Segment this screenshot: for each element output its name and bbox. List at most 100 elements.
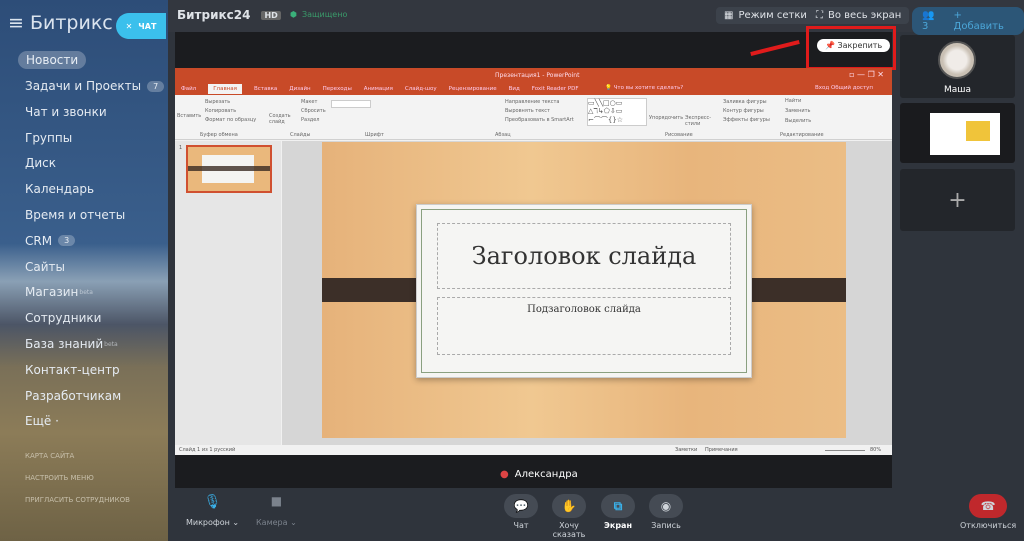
font-select[interactable]: [331, 100, 371, 108]
chat-label: ЧАТ: [138, 21, 157, 31]
ribbon: Вставить Вырезать Копировать Формат по о…: [175, 95, 892, 140]
align-text-button[interactable]: Выровнять текст: [505, 108, 550, 114]
share-button[interactable]: Общий доступ: [831, 85, 873, 91]
hand-icon: ✋: [552, 494, 586, 518]
count-badge: 3: [58, 235, 76, 247]
invite-link[interactable]: ПРИГЛАСИТЬ СОТРУДНИКОВ: [25, 496, 130, 504]
find-button[interactable]: Найти: [785, 98, 801, 104]
pin-label: Закрепить: [837, 41, 883, 50]
notes-button[interactable]: Заметки: [675, 447, 697, 453]
login-share[interactable]: Вход Общий доступ: [815, 85, 873, 91]
screen-thumbnail[interactable]: [900, 103, 1015, 163]
call-controls: 🎙 Микрофон ⌄ ■ Камера ⌄ 💬 Чат ✋ Хочу сказать…: [168, 488, 1024, 541]
window-controls[interactable]: ▫ — ❐ ✕: [849, 70, 884, 79]
participants-button[interactable]: 👥 3: [922, 10, 944, 32]
ppt-tab[interactable]: Вид: [509, 86, 520, 92]
screen-share-button[interactable]: ⧉ Экран: [601, 494, 635, 530]
sidebar-item[interactable]: Время и отчеты: [25, 208, 125, 222]
smartart-button[interactable]: Преобразовать в SmartArt: [505, 117, 574, 123]
sidebar-item-label: CRM: [25, 233, 53, 248]
arrange-button[interactable]: Упорядочить: [649, 115, 683, 121]
camera-icon: ■: [270, 494, 283, 508]
copy-button[interactable]: Копировать: [205, 108, 236, 114]
camera-button[interactable]: ■ Камера ⌄: [256, 494, 297, 527]
hangup-button[interactable]: ☎ Отключиться: [960, 494, 1016, 530]
sidebar-item[interactable]: Сайты: [25, 260, 65, 274]
quick-styles-button[interactable]: Экспресс-стили: [685, 115, 711, 127]
camera-label: Камера: [256, 518, 288, 527]
shapes-gallery[interactable]: ▭╲╲□○▭ △ℸ↳⬠⇩▭ ⌐⌒⌒{}☆: [587, 98, 647, 126]
shape-effects-button[interactable]: Эффекты фигуры: [723, 117, 770, 123]
chat-label: Чат: [513, 521, 529, 530]
sidebar-item[interactable]: Магазин beta: [25, 285, 93, 299]
sidebar-item-news[interactable]: Новости: [18, 51, 87, 69]
zoom-slider[interactable]: [825, 450, 865, 451]
new-slide-button[interactable]: Создать слайд: [269, 113, 293, 125]
participant-tile[interactable]: Маша: [900, 35, 1015, 98]
fullscreen-button[interactable]: ⛶ Во весь экран: [808, 7, 910, 24]
configure-menu-link[interactable]: НАСТРОИТЬ МЕНЮ: [25, 474, 94, 482]
record-button[interactable]: ◉ Запись: [649, 494, 683, 530]
sidebar-item[interactable]: Задачи и Проекты 7: [25, 79, 165, 93]
ppt-tab[interactable]: Вставка: [254, 86, 277, 92]
raise-hand-label: Хочу сказать: [552, 521, 586, 539]
layout-button[interactable]: Макет: [301, 99, 317, 105]
sidebar-item[interactable]: CRM 3: [25, 233, 76, 248]
sidebar-item-label: Чат и звонки: [25, 104, 107, 119]
record-label: Запись: [651, 521, 681, 530]
slide-thumbnails: 1: [175, 141, 281, 446]
shape-outline-button[interactable]: Контур фигуры: [723, 108, 764, 114]
speaker-name: Александра: [514, 469, 578, 480]
menu-icon[interactable]: ≡: [8, 12, 30, 34]
ppt-tab[interactable]: Главная: [208, 83, 242, 94]
slide[interactable]: Заголовок слайда Подзаголовок слайда: [322, 142, 846, 438]
ppt-titlebar: Презентация1 - PowerPoint ▫ — ❐ ✕: [175, 68, 892, 82]
ppt-tab[interactable]: Foxit Reader PDF: [532, 86, 579, 92]
sidebar-item[interactable]: Ещё ·: [25, 414, 59, 428]
microphone-button[interactable]: 🎙 Микрофон ⌄: [186, 494, 239, 527]
section-button[interactable]: Раздел: [301, 117, 319, 123]
select-button[interactable]: Выделить: [785, 118, 811, 124]
format-painter-button[interactable]: Формат по образцу: [205, 117, 256, 123]
sidebar-item-label: Сайты: [25, 259, 65, 274]
pin-button[interactable]: 📌 Закрепить: [817, 39, 891, 52]
sidebar-item[interactable]: Разработчикам: [25, 389, 121, 403]
tell-me[interactable]: 💡 Что вы хотите сделать?: [605, 85, 683, 91]
sitemap-link[interactable]: КАРТА САЙТА: [25, 452, 74, 460]
sidebar-item[interactable]: Сотрудники: [25, 311, 101, 325]
close-chat-button[interactable]: ✕ ЧАТ: [116, 13, 166, 39]
raise-hand-button[interactable]: ✋ Хочу сказать: [552, 494, 586, 539]
sidebar-item[interactable]: Чат и звонки: [25, 105, 107, 119]
ppt-tab[interactable]: Рецензирование: [449, 86, 497, 92]
add-tile-button[interactable]: +: [900, 169, 1015, 231]
ppt-tab[interactable]: Переходы: [323, 86, 352, 92]
sidebar: ≡ Битрикс 24 ✕ЧАТ Новости Задачи и Проек…: [0, 0, 168, 541]
sidebar-item[interactable]: Диск: [25, 156, 56, 170]
close-icon: ✕: [125, 21, 133, 31]
slide-title[interactable]: Заголовок слайда: [437, 223, 731, 289]
comments-button[interactable]: Примечания: [705, 447, 738, 453]
ppt-title: Презентация1 - PowerPoint: [495, 72, 580, 79]
slide-subtitle[interactable]: Подзаголовок слайда: [437, 297, 731, 355]
sidebar-item[interactable]: Группы: [25, 131, 72, 145]
group-clipboard: Буфер обмена: [200, 132, 238, 138]
ppt-tab[interactable]: Дизайн: [289, 86, 310, 92]
ppt-tab[interactable]: Файл: [181, 86, 196, 92]
sidebar-item[interactable]: База знаний beta: [25, 337, 118, 351]
login-link[interactable]: Вход: [815, 85, 829, 91]
chat-button[interactable]: 💬 Чат: [504, 494, 538, 530]
grid-mode-button[interactable]: ▦ Режим сетки: [716, 7, 815, 24]
ppt-tab[interactable]: Анимация: [364, 86, 393, 92]
sidebar-item[interactable]: Календарь: [25, 182, 94, 196]
sidebar-item[interactable]: Контакт-центр: [25, 363, 120, 377]
cut-button[interactable]: Вырезать: [205, 99, 230, 105]
shape-fill-button[interactable]: Заливка фигуры: [723, 99, 767, 105]
slide-thumbnail[interactable]: [186, 145, 272, 193]
ppt-tabs: Файл Главная Вставка Дизайн Переходы Анимация…: [175, 82, 892, 95]
ppt-tab[interactable]: Слайд-шоу: [405, 86, 437, 92]
paste-button[interactable]: Вставить: [177, 113, 201, 119]
replace-button[interactable]: Заменить: [785, 108, 811, 114]
reset-button[interactable]: Сбросить: [301, 108, 326, 114]
add-participant-button[interactable]: + Добавить: [954, 10, 1014, 32]
text-direction-button[interactable]: Направление текста: [505, 99, 559, 105]
